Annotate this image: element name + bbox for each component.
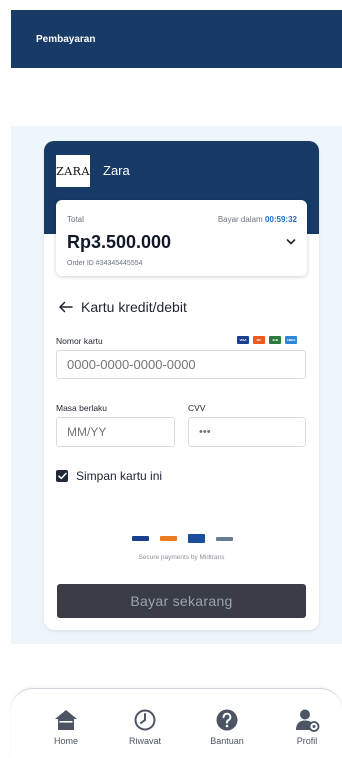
nav-label-profile: Profil (296, 736, 318, 746)
payment-method-title: Kartu kredit/debit (81, 299, 187, 315)
nav-label-history: Riwavat (128, 736, 161, 746)
mastercard-securecode-icon (160, 536, 177, 541)
countdown-timer: 00:59:32 (264, 215, 297, 224)
save-card-checkbox[interactable] (56, 470, 68, 482)
nav-item-profile[interactable]: Profil (277, 708, 337, 746)
page-title: Pembayaran (36, 34, 96, 45)
merchant-name: Zara (103, 163, 130, 178)
back-arrow-icon[interactable] (58, 301, 73, 313)
nav-item-home[interactable]: Home (36, 708, 96, 746)
chevron-down-icon[interactable] (286, 238, 296, 246)
checkmark-icon (57, 472, 67, 480)
nav-label-home: Home (53, 736, 78, 746)
save-card-toggle[interactable]: Simpan kartu ini (56, 469, 162, 483)
nav-item-history[interactable]: Riwavat (115, 708, 175, 746)
security-partner-logos (132, 534, 233, 543)
nav-label-help: Bantuan (210, 736, 244, 746)
payment-deadline: Bayar dalam 00:59:32 (218, 215, 297, 224)
save-card-label: Simpan kartu ini (76, 469, 163, 483)
jcb-secure-icon (188, 534, 205, 543)
payment-card: ZARA Zara Total Bayar dalam 00:59:32 Rp3… (44, 141, 319, 630)
history-icon (134, 709, 156, 731)
nav-item-help[interactable]: Bantuan (197, 708, 257, 746)
order-summary[interactable]: Total Bayar dalam 00:59:32 Rp3.500.000 O… (56, 200, 307, 276)
card-number-label: Nomor kartu (56, 336, 103, 346)
expiry-input[interactable] (56, 417, 175, 447)
mastercard-icon: MC (253, 336, 265, 344)
payment-method-header: Kartu kredit/debit (58, 299, 187, 315)
help-icon (216, 709, 238, 731)
total-amount: Rp3.500.000 (67, 232, 172, 252)
visa-icon: VISA (237, 336, 249, 344)
cvv-input[interactable] (188, 417, 306, 447)
cvv-label: CVV (188, 403, 206, 413)
verified-by-visa-icon (132, 536, 149, 541)
deadline-label: Bayar dalam (217, 215, 263, 224)
expiry-label: Masa berlaku (56, 403, 108, 413)
home-icon (55, 710, 77, 730)
order-id: Order ID #34345445554 (67, 260, 143, 267)
total-label: Total (67, 215, 84, 224)
amex-icon: AMEX (285, 336, 297, 344)
app-header: Pembayaran (11, 10, 342, 68)
card-brand-list: VISA MC JCB AMEX (237, 336, 297, 344)
jcb-icon: JCB (269, 336, 281, 344)
merchant-logo: ZARA (56, 155, 90, 187)
merchant-logo-text: ZARA (56, 164, 90, 178)
amex-safekey-icon (216, 536, 233, 541)
pay-now-button[interactable]: Bayar sekarang (57, 584, 306, 618)
card-number-input[interactable] (56, 350, 306, 379)
bottom-navigation: Home Riwavat Bantuan Profil (11, 688, 342, 758)
profile-settings-icon (296, 709, 320, 732)
secure-payment-note: Secure payments by Midtrans (138, 554, 225, 561)
